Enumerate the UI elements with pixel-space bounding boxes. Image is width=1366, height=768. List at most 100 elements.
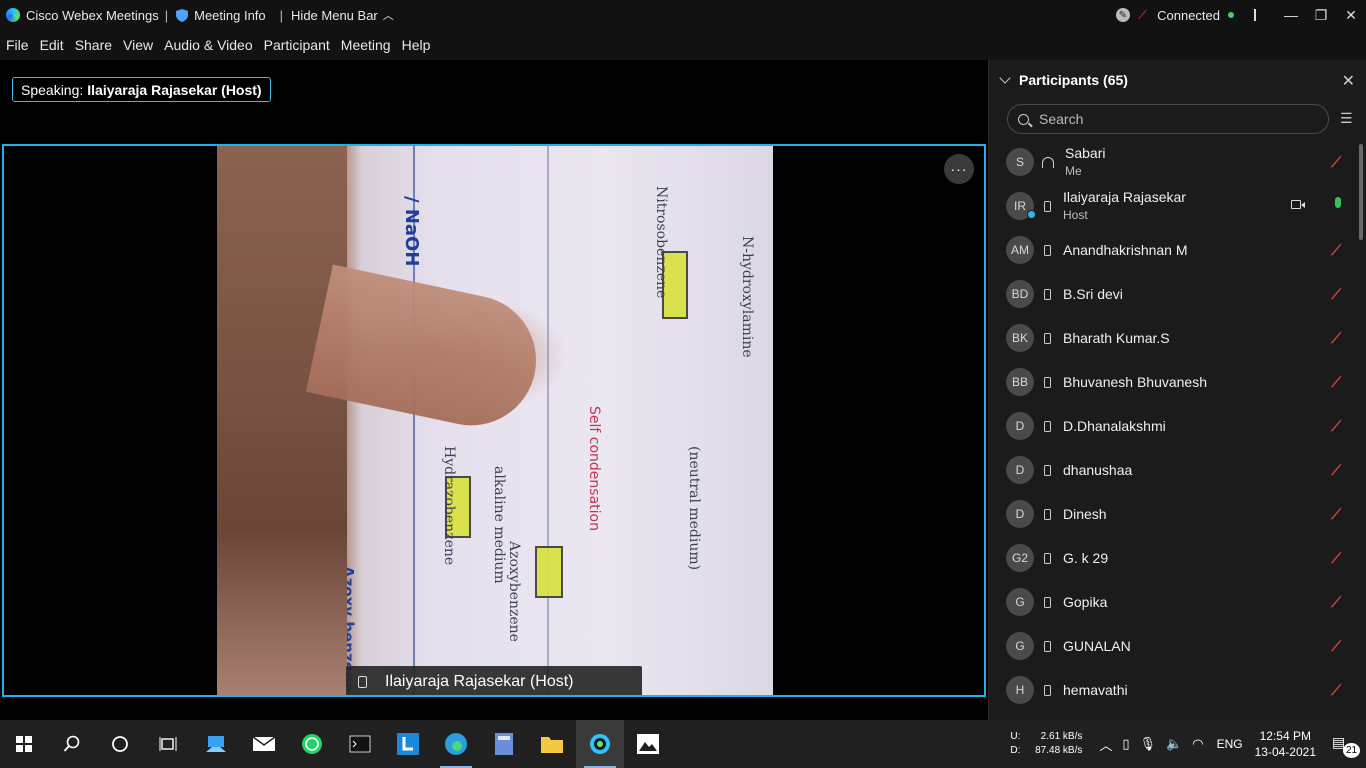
connection-status: Connected	[1157, 7, 1220, 23]
muted-mic-icon[interactable]: ⟋	[1138, 7, 1147, 23]
participant-search-input[interactable]: Search	[1007, 104, 1329, 134]
start-button[interactable]	[0, 720, 48, 768]
muted-mic-icon[interactable]: ⟋	[1331, 462, 1341, 479]
webex-taskbar-button[interactable]	[576, 720, 624, 768]
volume-icon[interactable]: 🔈	[1166, 736, 1182, 752]
menu-edit[interactable]: Edit	[40, 37, 64, 53]
this-pc-button[interactable]	[192, 720, 240, 768]
calculator-icon	[495, 733, 513, 755]
wifi-icon[interactable]: ◠	[1192, 736, 1203, 752]
menu-bar: File Edit Share View Audio & Video Parti…	[0, 30, 1366, 60]
search-icon	[1018, 113, 1029, 125]
usb-icon[interactable]: ▯	[1122, 736, 1129, 752]
minimize-button[interactable]: —	[1276, 0, 1306, 30]
file-explorer-button[interactable]	[528, 720, 576, 768]
participant-row[interactable]: BK Bharath Kumar.S ⟋	[989, 316, 1366, 360]
participant-row[interactable]: D Dinesh ⟋	[989, 492, 1366, 536]
participant-row[interactable]: Hhemavathi ⟋	[989, 668, 1366, 712]
participant-row[interactable]: G GUNALAN ⟋	[989, 624, 1366, 668]
participant-row[interactable]: S Sabari Me ⟋	[989, 140, 1366, 184]
muted-mic-icon[interactable]: ⟋	[1331, 330, 1341, 347]
edge-button[interactable]	[432, 720, 480, 768]
participant-name: G. k 29	[1063, 550, 1109, 566]
muted-mic-icon[interactable]: ⟋	[1331, 286, 1341, 303]
network-speed: U: 2.61 kB/s D: 87.48 kB/s	[1010, 731, 1083, 756]
task-view-button[interactable]	[144, 720, 192, 768]
video-more-options-button[interactable]: ···	[944, 154, 974, 184]
participant-row[interactable]: BB Bhuvanesh Bhuvanesh ⟋	[989, 360, 1366, 404]
phone-icon	[1044, 244, 1051, 256]
menu-audio-video[interactable]: Audio & Video	[164, 37, 252, 53]
board-text: Azoxybenzene	[506, 541, 522, 642]
menu-participant[interactable]: Participant	[264, 37, 330, 53]
windows-taskbar: U: 2.61 kB/s D: 87.48 kB/s ︿ ▯ 🎙 🔈 ◠ ENG…	[0, 720, 1366, 768]
chevron-down-icon[interactable]	[999, 72, 1011, 84]
muted-mic-icon[interactable]: ⟋	[1331, 242, 1341, 259]
participant-info: D.Dhanalakshmi	[1063, 418, 1166, 434]
edge-icon	[445, 733, 467, 755]
muted-mic-icon[interactable]: ⟋	[1331, 682, 1341, 699]
participant-row[interactable]: Ddhanushaa ⟋	[989, 448, 1366, 492]
menu-help[interactable]: Help	[402, 37, 431, 53]
show-hidden-icons-icon[interactable]: ︿	[1099, 735, 1112, 754]
avatar: BK	[1006, 324, 1034, 352]
participant-row[interactable]: D D.Dhanalakshmi ⟋	[989, 404, 1366, 448]
menu-meeting[interactable]: Meeting	[341, 37, 391, 53]
hide-menu-bar-button[interactable]: Hide Menu Bar ︿	[291, 0, 394, 30]
menu-view[interactable]: View	[123, 37, 153, 53]
maximize-button[interactable]: ❐	[1306, 0, 1336, 30]
microphone-icon[interactable]: 🎙	[1140, 736, 1157, 752]
participant-info: Bhuvanesh Bhuvanesh	[1063, 374, 1207, 390]
notifications-button[interactable]: ▤ 21	[1332, 734, 1360, 758]
presenter-badge-icon	[1027, 210, 1036, 219]
participants-header[interactable]: Participants (65) ✕	[989, 60, 1366, 100]
active-video[interactable]: Nitrosobenzene N-hydroxylamine Self cond…	[2, 144, 986, 697]
sort-icon[interactable]: ☰	[1340, 110, 1358, 126]
search-taskbar-button[interactable]	[48, 720, 96, 768]
photos-button[interactable]	[624, 720, 672, 768]
muted-mic-icon[interactable]: ⟋	[1331, 374, 1341, 391]
participant-info: B.Sri devi	[1063, 286, 1123, 302]
app-l-button[interactable]	[384, 720, 432, 768]
meeting-info-button[interactable]: Meeting Info |	[176, 0, 291, 30]
muted-mic-icon[interactable]: ⟋	[1331, 550, 1341, 567]
participant-list: S Sabari Me ⟋ IR Ilaiyaraja Rajasekar Host AM An…	[989, 140, 1366, 712]
participant-row[interactable]: G Gopika ⟋	[989, 580, 1366, 624]
participant-row[interactable]: IR Ilaiyaraja Rajasekar Host	[989, 184, 1366, 228]
muted-mic-icon[interactable]: ⟋	[1331, 418, 1341, 435]
participant-info: hemavathi	[1063, 682, 1128, 698]
participant-row[interactable]: G2 G. k 29 ⟋	[989, 536, 1366, 580]
whatsapp-button[interactable]	[288, 720, 336, 768]
language-indicator[interactable]: ENG	[1217, 737, 1243, 751]
task-view-icon	[159, 737, 177, 751]
participant-row[interactable]: AM Anandhakrishnan M ⟋	[989, 228, 1366, 272]
participant-row[interactable]: BD B.Sri devi ⟋	[989, 272, 1366, 316]
avatar: G2	[1006, 544, 1034, 572]
phone-icon	[1044, 596, 1051, 608]
clock[interactable]: 12:54 PM 13-04-2021	[1255, 728, 1316, 760]
connected-indicator	[1228, 12, 1234, 18]
video-camera-icon[interactable]	[1291, 200, 1305, 209]
panel-scrollbar[interactable]	[1359, 144, 1363, 240]
participant-name: Ilaiyaraja Rajasekar	[1063, 189, 1186, 205]
network-status-icon[interactable]: ✎	[1116, 8, 1130, 22]
phone-icon	[1044, 332, 1051, 344]
muted-mic-icon[interactable]: ⟋	[1331, 638, 1341, 655]
menu-share[interactable]: Share	[75, 37, 112, 53]
menu-file[interactable]: File	[6, 37, 29, 53]
active-mic-icon[interactable]	[1335, 197, 1341, 208]
search-icon	[63, 735, 80, 752]
board-text: Self condensation	[586, 406, 602, 531]
participant-name: dhanushaa	[1063, 462, 1133, 478]
mail-button[interactable]	[240, 720, 288, 768]
muted-mic-icon[interactable]: ⟋	[1331, 506, 1341, 523]
terminal-button[interactable]	[336, 720, 384, 768]
muted-mic-icon[interactable]: ⟋	[1331, 594, 1341, 611]
muted-mic-icon[interactable]: ⟋	[1331, 154, 1341, 171]
avatar: G	[1006, 632, 1034, 660]
close-panel-icon[interactable]: ✕	[1342, 71, 1355, 91]
close-window-button[interactable]: ✕	[1336, 0, 1366, 30]
phone-icon	[358, 675, 367, 688]
cortana-button[interactable]	[96, 720, 144, 768]
calculator-button[interactable]	[480, 720, 528, 768]
